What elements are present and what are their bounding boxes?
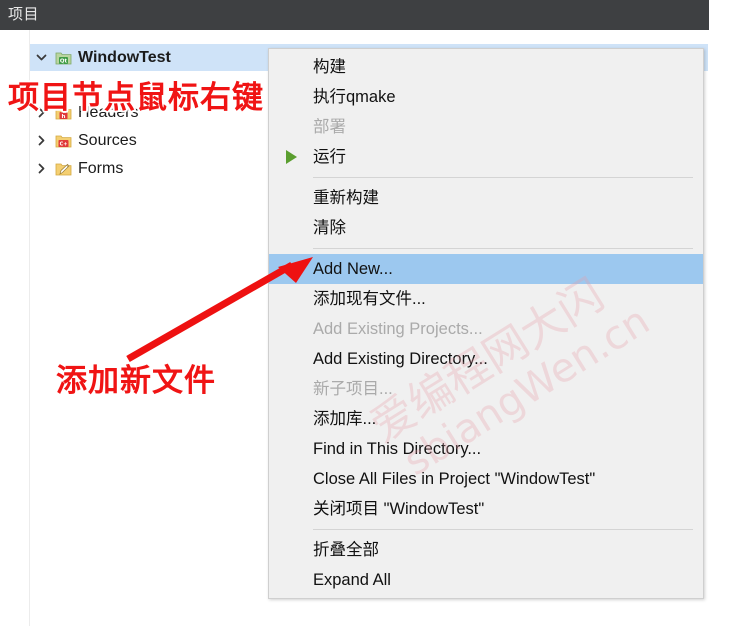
menu-label-clean: 清除 xyxy=(313,219,346,237)
menu-label-add-library: 添加库... xyxy=(313,410,377,428)
menu-item-deploy: 部署 xyxy=(269,112,703,142)
qt-project-icon: Qt xyxy=(52,50,74,66)
menu-label-add-new: Add New... xyxy=(313,260,393,278)
menu-separator xyxy=(313,248,693,249)
tree-label-forms: Forms xyxy=(78,159,124,177)
menu-label-find-in-directory: Find in This Directory... xyxy=(313,440,482,458)
menu-item-add-library[interactable]: 添加库... xyxy=(269,404,703,434)
menu-label-add-existing-directory: Add Existing Directory... xyxy=(313,350,488,368)
menu-label-rebuild: 重新构建 xyxy=(313,189,379,207)
project-panel: 项目 Qt WindowTest h Headers C+ Sources Fo… xyxy=(0,0,749,626)
menu-separator xyxy=(313,177,693,178)
menu-label-expand-all: Expand All xyxy=(313,571,391,589)
menu-item-add-existing-files[interactable]: 添加现有文件... xyxy=(269,284,703,314)
menu-label-add-existing-files: 添加现有文件... xyxy=(313,290,426,308)
menu-label-run: 运行 xyxy=(313,148,346,166)
menu-label-deploy: 部署 xyxy=(313,118,346,136)
menu-label-run-qmake: 执行qmake xyxy=(313,88,396,106)
menu-item-clean[interactable]: 清除 xyxy=(269,213,703,243)
menu-item-rebuild[interactable]: 重新构建 xyxy=(269,183,703,213)
menu-separator xyxy=(313,529,693,530)
menu-label-close-all-files: Close All Files in Project "WindowTest" xyxy=(313,470,596,488)
menu-item-run[interactable]: 运行 xyxy=(269,142,703,172)
sources-folder-icon: C+ xyxy=(52,133,74,149)
chevron-down-icon[interactable] xyxy=(30,51,52,64)
panel-title: 项目 xyxy=(8,6,40,23)
svg-text:Qt: Qt xyxy=(59,58,67,64)
menu-item-add-existing-projects: Add Existing Projects... xyxy=(269,314,703,344)
menu-label-add-existing-projects: Add Existing Projects... xyxy=(313,320,483,338)
menu-item-run-qmake[interactable]: 执行qmake xyxy=(269,82,703,112)
menu-label-close-project: 关闭项目 "WindowTest" xyxy=(313,500,485,518)
menu-item-close-all-files[interactable]: Close All Files in Project "WindowTest" xyxy=(269,464,703,494)
annotation-right-click: 项目节点鼠标右键 xyxy=(7,79,265,118)
project-panel-header: 项目 xyxy=(0,0,709,30)
tree-label-windowtest: WindowTest xyxy=(78,48,171,66)
menu-item-collapse-all[interactable]: 折叠全部 xyxy=(269,535,703,565)
menu-label-new-subproject: 新子项目... xyxy=(313,380,393,398)
svg-text:C+: C+ xyxy=(59,141,67,147)
project-context-menu[interactable]: 构建 执行qmake 部署 运行 重新构建 清除 Add New... 添加现有… xyxy=(268,48,704,599)
annotation-add-new: 添加新文件 xyxy=(55,362,217,401)
tree-label-sources: Sources xyxy=(78,131,137,149)
menu-item-expand-all[interactable]: Expand All xyxy=(269,565,703,595)
chevron-right-icon[interactable] xyxy=(30,134,52,147)
chevron-right-icon[interactable] xyxy=(30,162,52,175)
menu-item-close-project[interactable]: 关闭项目 "WindowTest" xyxy=(269,494,703,524)
run-play-icon xyxy=(269,150,313,164)
menu-label-build: 构建 xyxy=(313,58,346,76)
menu-label-collapse-all: 折叠全部 xyxy=(313,541,379,559)
forms-folder-icon xyxy=(52,161,74,177)
menu-item-add-existing-directory[interactable]: Add Existing Directory... xyxy=(269,344,703,374)
menu-item-find-in-directory[interactable]: Find in This Directory... xyxy=(269,434,703,464)
menu-item-add-new[interactable]: Add New... xyxy=(269,254,703,284)
menu-item-new-subproject: 新子项目... xyxy=(269,374,703,404)
menu-item-build[interactable]: 构建 xyxy=(269,52,703,82)
